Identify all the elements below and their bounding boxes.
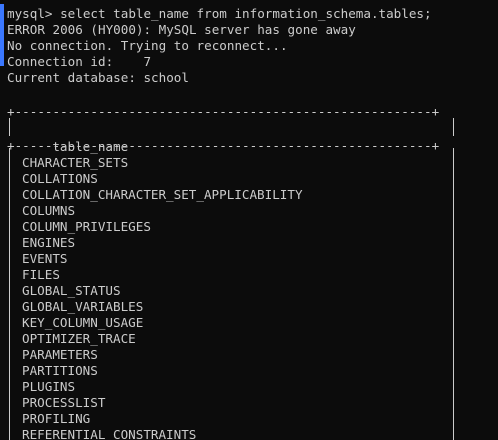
terminal-window[interactable]: mysql> select table_name from informatio… bbox=[0, 0, 498, 440]
connection-id-line: Connection id: 7 bbox=[7, 54, 152, 69]
table-row: COLLATIONS bbox=[22, 171, 98, 186]
prompt-command-line: mysql> select table_name from informatio… bbox=[7, 6, 432, 21]
current-database-line: Current database: school bbox=[7, 70, 189, 85]
table-right-border-body bbox=[453, 148, 454, 440]
table-row: PLUGINS bbox=[22, 379, 76, 394]
table-row: COLLATION_CHARACTER_SET_APPLICABILITY bbox=[22, 187, 303, 202]
table-row: GLOBAL_STATUS bbox=[22, 283, 121, 298]
table-row: PROFILING bbox=[22, 411, 91, 426]
table-row: COLUMN_PRIVILEGES bbox=[22, 219, 151, 234]
table-row: ENGINES bbox=[22, 235, 76, 250]
table-row: FILES bbox=[22, 267, 60, 282]
table-body: CHARACTER_SETS COLLATIONS COLLATION_CHARAC… bbox=[7, 155, 498, 440]
table-row: EVENTS bbox=[22, 251, 68, 266]
table-left-border-body bbox=[9, 148, 10, 440]
selection-highlight-bar bbox=[0, 4, 4, 66]
column-header-table-name: table_name bbox=[52, 139, 129, 154]
table-header-row: table_name bbox=[7, 120, 498, 154]
table-border-top: +---------------------------------------… bbox=[7, 104, 440, 119]
table-row: CHARACTER_SETS bbox=[22, 155, 129, 170]
table-row: OPTIMIZER_TRACE bbox=[22, 331, 136, 346]
table-row: COLUMNS bbox=[22, 203, 76, 218]
error-message-line: ERROR 2006 (HY000): MySQL server has gon… bbox=[7, 22, 356, 37]
table-row: PARTITIONS bbox=[22, 363, 98, 378]
table-left-border bbox=[9, 118, 10, 136]
table-row: PARAMETERS bbox=[22, 347, 98, 362]
table-row: GLOBAL_VARIABLES bbox=[22, 299, 144, 314]
table-row: PROCESSLIST bbox=[22, 395, 106, 410]
table-row: REFERENTIAL_CONSTRAINTS bbox=[22, 427, 197, 440]
reconnect-message-line: No connection. Trying to reconnect... bbox=[7, 38, 288, 53]
table-right-border bbox=[453, 118, 454, 136]
table-row: KEY_COLUMN_USAGE bbox=[22, 315, 144, 330]
